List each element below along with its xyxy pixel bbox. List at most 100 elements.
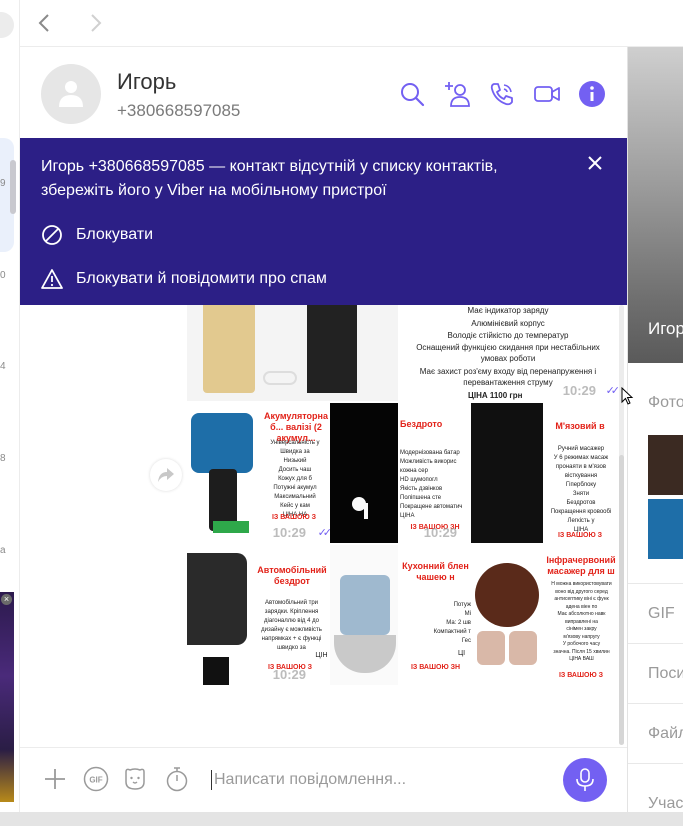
media-photo-earbuds[interactable]: Бездрото Модернізована батар Можливість … xyxy=(398,403,471,543)
earbuds-spec-line: Покращене автоматич xyxy=(400,504,463,510)
infrared-massager-spec-line: Має абсолютно навк xyxy=(557,611,606,617)
avatar[interactable] xyxy=(41,64,101,124)
search-button[interactable] xyxy=(398,80,426,108)
forward-button[interactable] xyxy=(84,12,106,34)
grinder-spec-line: Досить чаш xyxy=(278,467,312,473)
gif-section-label[interactable]: GIF xyxy=(648,605,675,623)
close-icon[interactable]: × xyxy=(1,594,12,605)
blender-spec-line: Мі xyxy=(464,611,471,617)
chat-list-date: 8 xyxy=(0,453,6,464)
add-participant-button[interactable] xyxy=(443,80,471,108)
chat-scrollbar-thumb[interactable] xyxy=(619,455,624,745)
massager-gun-image xyxy=(471,403,543,543)
blender-specs: Потуж Мі Ма: 2 шв Компактний т Гес xyxy=(400,601,471,646)
chat-list-scrollbar[interactable] xyxy=(10,160,16,214)
files-section-label[interactable]: Файл xyxy=(648,725,683,743)
banner-message: Игорь +380668597085 — контакт відсутній … xyxy=(41,158,498,199)
chevron-left-icon xyxy=(38,14,49,32)
powerbank-specs-line: Володіє стійкістю до температур xyxy=(447,331,569,340)
share-icon xyxy=(158,468,174,482)
call-button[interactable] xyxy=(488,80,516,108)
voice-message-button[interactable] xyxy=(563,758,607,802)
block-icon xyxy=(42,225,62,245)
message-input[interactable] xyxy=(214,766,544,794)
earbuds-spec-line: кожна сер xyxy=(400,468,428,474)
infrared-massager-spec-line: значна. Після 15 хвилин xyxy=(553,648,610,655)
media-thumbnail[interactable] xyxy=(648,435,683,495)
massager-gun-price: ІЗ ВАШОЮ З xyxy=(557,532,603,539)
chat-list-avatar[interactable] xyxy=(0,12,14,38)
battery-image xyxy=(213,521,249,533)
infrared-massager-specs: Н можна використовувати воно від другого… xyxy=(545,581,618,664)
media-photo-powerbank-specs[interactable]: Має індикатор заряду Алюмінієвий корпус … xyxy=(398,305,618,401)
car-charger-spec-line: напрямках + є функці xyxy=(261,636,322,642)
massager-gun-spec-line: Ручний масажер xyxy=(557,446,605,452)
media-photo-grinder[interactable]: Акумуляторна б... валізі (2 акумул... Ун… xyxy=(187,403,330,543)
media-photo-blender-image[interactable] xyxy=(330,545,398,685)
gif-button[interactable]: GIF xyxy=(83,766,109,792)
infrared-massager-spec-line: Н можна використовувати xyxy=(551,581,612,587)
back-button[interactable] xyxy=(34,12,56,34)
media-thumbnail[interactable] xyxy=(648,499,683,559)
message-composer: GIF xyxy=(20,747,627,812)
sticker-button[interactable] xyxy=(122,766,148,792)
powerbank-price: ЦІНА 1100 грн xyxy=(468,391,523,400)
block-label: Блокувати xyxy=(76,226,154,243)
earbuds-spec-line: Поліпшена сте xyxy=(400,495,442,501)
photos-section-label[interactable]: Фото xyxy=(648,394,683,412)
video-call-button[interactable] xyxy=(533,80,561,108)
text-caret xyxy=(211,770,212,790)
media-photo-earbuds-dark[interactable] xyxy=(330,403,398,543)
powerbank-specs-line: Оснащений функцією скидання при нестабіл… xyxy=(416,343,600,363)
blender-bowl-image xyxy=(334,635,396,673)
chat-scrollbar[interactable] xyxy=(619,305,624,745)
banner-close-button[interactable] xyxy=(586,154,604,172)
powerbank-specs-line: Має індикатор заряду xyxy=(467,306,549,315)
read-checks-icon: ✓✓ xyxy=(317,527,330,539)
powerbank-specs-line: Алюмінієвий корпус xyxy=(471,319,545,328)
chat-messages-area[interactable]: Має індикатор заряду Алюмінієвий корпус … xyxy=(20,305,627,747)
grinder-spec-line: Потужні акумул xyxy=(273,485,317,491)
massager-gun-spec-line: У 6 режимах масаж xyxy=(553,455,609,461)
chat-list-date: 4 xyxy=(0,361,6,372)
links-section-label[interactable]: Поси xyxy=(648,665,683,683)
earbuds-spec-line: Можливість викорис xyxy=(400,459,457,465)
chat-header: Игорь +380668597085 xyxy=(20,47,627,138)
promo-banner-image[interactable]: × xyxy=(0,592,14,802)
earbuds-title: Бездрото xyxy=(400,419,443,429)
contact-info-panel: Игор Фото GIF Поси Файл Учас xyxy=(627,47,683,812)
phone-icon xyxy=(490,83,513,106)
grinder-spec-line: Низький xyxy=(283,458,307,464)
divider xyxy=(628,703,683,704)
divider xyxy=(628,763,683,764)
infrared-massager-title: Інфрачервоний масажер для ш xyxy=(546,555,616,576)
earbuds-specs: Модернізована батар Можливість викорис к… xyxy=(400,449,471,521)
media-photo-blender[interactable]: Кухонний блен чашею н Потуж Мі Ма: 2 шв … xyxy=(398,545,471,685)
massager-gun-spec-line: Покращення кровообі xyxy=(550,509,612,515)
contact-photo[interactable] xyxy=(628,47,683,363)
share-button[interactable] xyxy=(150,459,182,491)
grinder-spec-line: Універсальність у xyxy=(270,440,320,446)
attach-button[interactable] xyxy=(42,766,68,792)
mouse-cursor-icon xyxy=(621,387,634,405)
blender-title: Кухонний блен чашею н xyxy=(402,561,469,582)
massager-gun-title: М'язовий в xyxy=(555,421,605,431)
contact-phone: +380668597085 xyxy=(117,101,241,120)
plus-icon xyxy=(45,769,65,789)
infrared-massager-spec-line: виправлені на xyxy=(565,618,598,625)
media-photo-massager-gun[interactable]: М'язовий в Ручний масажер У 6 режимах ма… xyxy=(471,403,618,543)
infrared-massager-spec-line: воно від другого серед xyxy=(555,588,608,595)
divider xyxy=(628,643,683,644)
massager-gun-spec-line: Гіперблоку xyxy=(565,482,597,488)
media-photo-infrared-massager[interactable]: Інфрачервоний масажер для ш Н можна вико… xyxy=(471,545,618,685)
grinder-specs: Універсальність у Швидка за Низький Доси… xyxy=(257,439,330,520)
massager-use-image xyxy=(477,631,505,665)
media-photo-car-charger[interactable]: Автомобільний бездрот Автомобільний три … xyxy=(187,545,330,685)
grinder-image xyxy=(191,413,253,473)
infrared-massager-spec-line: антисептику віні є функ xyxy=(554,596,609,602)
infrared-massager-spec-line: адена віен по xyxy=(565,603,598,610)
media-photo-powerbank[interactable] xyxy=(187,305,398,401)
timer-button[interactable] xyxy=(164,766,190,792)
members-section-label[interactable]: Учас xyxy=(648,795,683,812)
info-button[interactable] xyxy=(578,80,606,108)
